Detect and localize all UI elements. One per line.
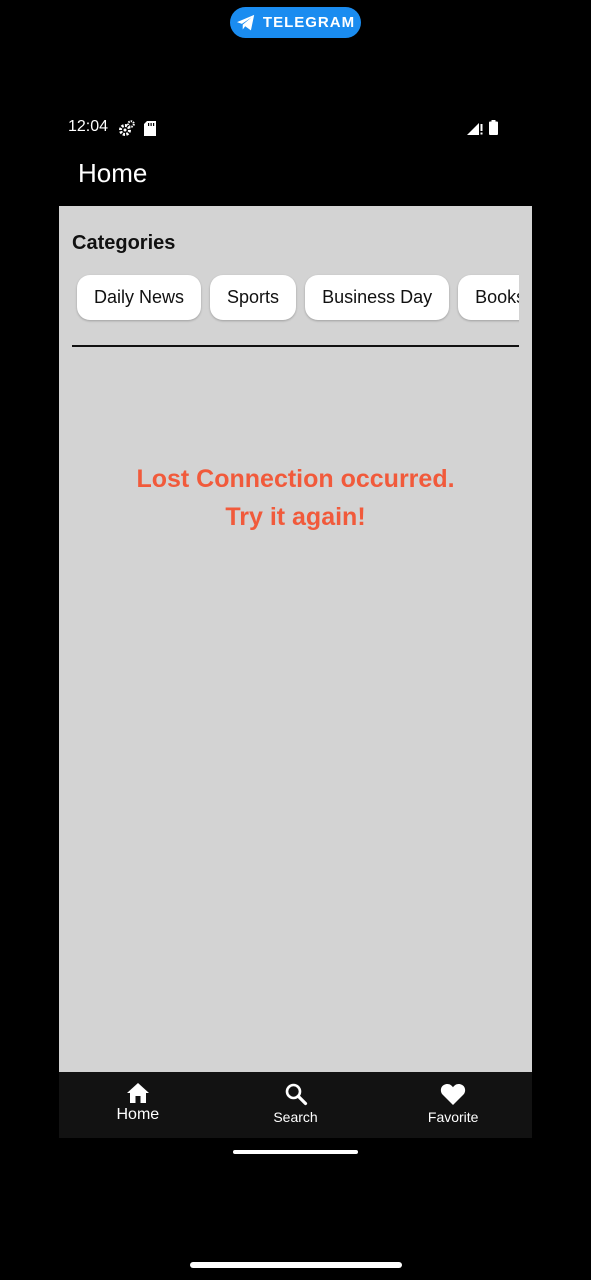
error-message-line-1: Lost Connection occurred. (136, 465, 455, 493)
divider (72, 345, 519, 347)
status-time: 12:04 (68, 118, 109, 135)
home-icon (126, 1083, 149, 1103)
main-content: Categories Daily News Sports Business Da… (59, 206, 532, 1072)
page-title: Home (78, 158, 148, 188)
signal-icon (467, 122, 483, 135)
bottom-navigation: Home Search Favorite (59, 1072, 532, 1138)
error-message: Lost Connection occurred. Try it again! (59, 460, 532, 536)
telegram-badge[interactable]: TELEGRAM (230, 7, 361, 38)
nav-label-favorite: Favorite (427, 1109, 479, 1125)
nav-label-home: Home (116, 1106, 160, 1123)
category-chip-sports[interactable]: Sports (210, 275, 297, 320)
device-gesture-handle[interactable] (190, 1262, 402, 1268)
search-icon (285, 1083, 307, 1106)
sd-card-icon (144, 120, 156, 136)
nav-label-search: Search (273, 1109, 318, 1125)
categories-heading: Categories (72, 232, 176, 254)
nav-item-favorite[interactable]: Favorite (374, 1072, 532, 1138)
category-chip-business-day[interactable]: Business Day (305, 275, 450, 320)
heart-icon (441, 1083, 466, 1105)
nav-item-search[interactable]: Search (217, 1072, 375, 1138)
telegram-badge-label: TELEGRAM (262, 14, 356, 31)
category-chip-daily-news[interactable]: Daily News (77, 275, 202, 320)
error-message-line-2: Try it again! (225, 503, 366, 531)
category-chip-books[interactable]: Books (458, 275, 519, 320)
categories-scroller[interactable]: Daily News Sports Business Day Books (72, 272, 519, 324)
app-gesture-handle[interactable] (233, 1150, 358, 1154)
status-bar: 12:04 (0, 116, 591, 140)
telegram-icon (236, 14, 255, 30)
settings-gear-icon (119, 120, 135, 136)
nav-item-home[interactable]: Home (59, 1072, 217, 1138)
battery-icon (489, 120, 498, 135)
